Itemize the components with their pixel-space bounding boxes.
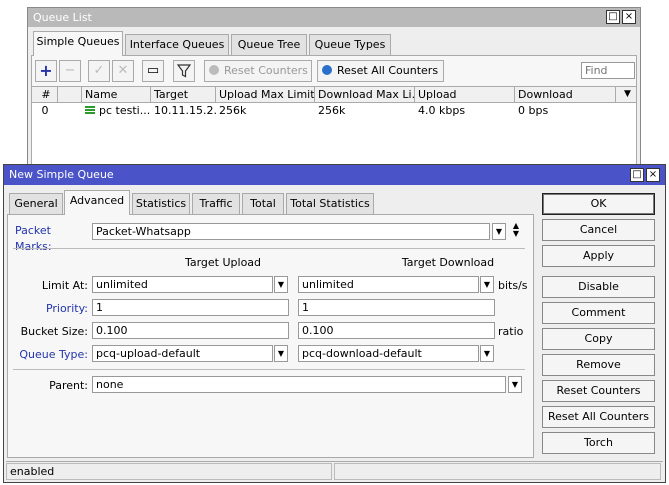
- packet-marks-label: Packet Marks:: [15, 224, 52, 253]
- reset-counters-button[interactable]: Reset Counters: [542, 380, 655, 402]
- simple-queues-panel: + − ✓ ✕ ▭ Reset Counters Reset All Count…: [31, 55, 637, 170]
- bucket-size-label: Bucket Size:: [20, 325, 88, 338]
- target-download-header: Target Download: [401, 256, 495, 269]
- packet-marks-dropdown-icon[interactable]: ▼: [492, 223, 506, 240]
- new-queue-title: New Simple Queue: [9, 168, 114, 181]
- up-down-arrows-icon[interactable]: ▲ ▼: [511, 222, 521, 238]
- queue-type-upload-dropdown-icon[interactable]: ▼: [274, 345, 288, 362]
- torch-button[interactable]: Torch: [542, 432, 655, 454]
- apply-button[interactable]: Apply: [542, 245, 655, 267]
- tab-queue-tree[interactable]: Queue Tree: [231, 34, 307, 56]
- tab-statistics[interactable]: Statistics: [132, 193, 190, 215]
- target-upload-header: Target Upload: [184, 256, 262, 269]
- parent-dropdown-icon[interactable]: ▼: [508, 376, 522, 393]
- reset-all-counters-icon: [322, 65, 332, 75]
- row-upload: 4.0 kbps: [418, 104, 466, 117]
- reset-all-counters-label: Reset All Counters: [337, 64, 439, 77]
- disable-button[interactable]: Disable: [542, 276, 655, 298]
- parent-field[interactable]: none: [92, 376, 506, 393]
- limit-at-download-dropdown-icon[interactable]: ▼: [480, 276, 494, 293]
- row-name-text: pc testi...: [99, 104, 151, 117]
- copy-button[interactable]: Copy: [542, 328, 655, 350]
- advanced-panel: Packet Marks: Packet-Whatsapp ▼ ▲ ▼ Targe…: [7, 214, 534, 458]
- comment-icon[interactable]: ▭: [142, 60, 164, 82]
- reset-counters-button[interactable]: Reset Counters: [204, 60, 312, 82]
- minimize-icon[interactable]: □: [630, 168, 644, 182]
- status-bar: enabled: [6, 461, 663, 480]
- disable-x-icon[interactable]: ✕: [112, 60, 134, 82]
- tab-simple-queues[interactable]: Simple Queues: [33, 31, 123, 56]
- reset-all-counters-button[interactable]: Reset All Counters: [317, 60, 444, 82]
- comment-button[interactable]: Comment: [542, 302, 655, 324]
- tab-total[interactable]: Total: [242, 193, 284, 215]
- limit-at-label: Limit At:: [41, 279, 88, 292]
- priority-upload-field[interactable]: 1: [92, 299, 289, 316]
- reset-all-counters-button[interactable]: Reset All Counters: [542, 406, 655, 428]
- status-cell-empty: [334, 463, 661, 480]
- table-row[interactable]: 0 pc testi... 10.11.15.2... 256k 256k 4.…: [32, 87, 636, 119]
- tab-total-statistics[interactable]: Total Statistics: [286, 193, 374, 215]
- ok-button[interactable]: OK: [542, 193, 655, 215]
- packet-marks-field[interactable]: Packet-Whatsapp: [92, 223, 490, 240]
- row-target: 10.11.15.2...: [154, 104, 216, 117]
- limit-at-upload-dropdown-icon[interactable]: ▼: [274, 276, 288, 293]
- row-upload-max: 256k: [219, 104, 247, 117]
- enable-check-icon[interactable]: ✓: [88, 60, 110, 82]
- close-icon[interactable]: ×: [622, 10, 636, 24]
- row-name: pc testi...: [82, 103, 151, 118]
- remove-icon[interactable]: −: [59, 60, 81, 82]
- reset-counters-icon: [209, 65, 219, 75]
- row-num: 0: [41, 104, 49, 117]
- status-text: enabled: [6, 463, 332, 480]
- queue-list-window: Queue List □ × Simple Queues Interface Q…: [27, 7, 641, 172]
- new-queue-titlebar[interactable]: New Simple Queue □ ×: [4, 165, 665, 185]
- queue-list-titlebar[interactable]: Queue List □ ×: [28, 8, 640, 27]
- tab-traffic[interactable]: Traffic: [192, 193, 240, 215]
- bucket-size-upload-field[interactable]: 0.100: [92, 322, 289, 339]
- bucket-size-unit: ratio: [498, 325, 524, 338]
- queue-table: # Name Target Upload Max Limit Download …: [32, 86, 636, 168]
- separator: [13, 369, 525, 370]
- parent-label: Parent:: [49, 379, 88, 392]
- tab-interface-queues[interactable]: Interface Queues: [125, 34, 229, 56]
- minimize-icon[interactable]: □: [606, 10, 620, 24]
- limit-at-download-field[interactable]: unlimited: [298, 276, 479, 293]
- new-simple-queue-window: New Simple Queue □ × General Advanced St…: [3, 164, 666, 483]
- priority-download-field[interactable]: 1: [298, 299, 495, 316]
- queue-list-title: Queue List: [33, 11, 92, 24]
- tab-general[interactable]: General: [9, 193, 63, 215]
- row-download-max: 256k: [318, 104, 346, 117]
- close-icon[interactable]: ×: [646, 168, 660, 182]
- limit-at-upload-field[interactable]: unlimited: [92, 276, 273, 293]
- priority-label: Priority:: [45, 302, 88, 315]
- add-icon[interactable]: +: [35, 60, 57, 82]
- find-input[interactable]: [581, 62, 635, 79]
- remove-button[interactable]: Remove: [542, 354, 655, 376]
- tab-advanced[interactable]: Advanced: [64, 190, 130, 215]
- row-download: 0 bps: [518, 104, 549, 117]
- bucket-size-download-field[interactable]: 0.100: [298, 322, 495, 339]
- queue-type-download-dropdown-icon[interactable]: ▼: [480, 345, 494, 362]
- filter-funnel-icon: [176, 64, 192, 78]
- reset-counters-label: Reset Counters: [224, 64, 308, 77]
- separator: [13, 248, 525, 249]
- queue-type-download-field[interactable]: pcq-download-default: [298, 345, 479, 362]
- tab-queue-types[interactable]: Queue Types: [309, 34, 391, 56]
- filter-icon[interactable]: [173, 60, 195, 82]
- queue-type-label: Queue Type:: [19, 348, 88, 361]
- queue-type-upload-field[interactable]: pcq-upload-default: [92, 345, 273, 362]
- queue-bars-icon: [85, 106, 95, 115]
- cancel-button[interactable]: Cancel: [542, 219, 655, 241]
- limit-at-unit: bits/s: [498, 279, 528, 292]
